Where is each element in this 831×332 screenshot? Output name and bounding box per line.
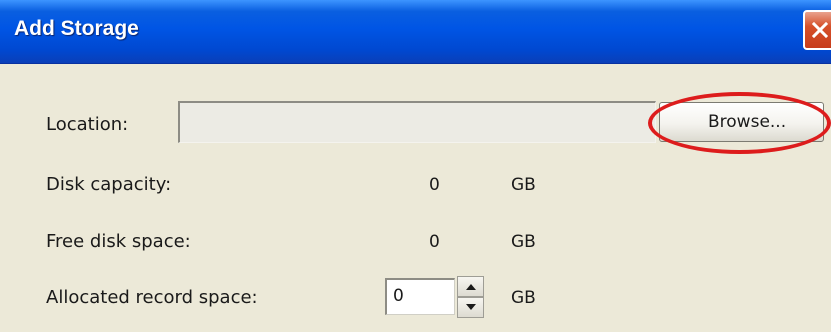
disk-capacity-unit: GB — [511, 175, 536, 195]
allocated-record-space-input[interactable]: 0 — [385, 278, 455, 315]
allocated-record-space-spinner — [457, 276, 484, 318]
disk-capacity-value: 0 — [429, 175, 440, 195]
title-bar[interactable]: Add Storage — [0, 0, 831, 64]
allocated-record-space-label: Allocated record space: — [46, 287, 258, 308]
spin-down-button[interactable] — [457, 297, 484, 318]
spin-up-button[interactable] — [457, 276, 484, 297]
close-button[interactable] — [803, 10, 831, 50]
disk-capacity-label: Disk capacity: — [46, 174, 172, 195]
browse-button[interactable]: Browse... — [659, 102, 824, 142]
close-icon — [812, 22, 828, 38]
location-field[interactable] — [178, 101, 656, 143]
free-disk-space-value: 0 — [429, 232, 440, 252]
allocated-record-space-unit: GB — [511, 288, 536, 308]
free-disk-space-label: Free disk space: — [46, 231, 191, 252]
arrow-down-icon — [466, 304, 476, 310]
arrow-up-icon — [466, 284, 476, 290]
free-disk-space-unit: GB — [511, 232, 536, 252]
browse-button-label: Browse... — [708, 112, 787, 132]
location-label: Location: — [46, 114, 129, 135]
add-storage-dialog: Add Storage Location: Browse... Disk cap… — [0, 0, 831, 332]
allocated-record-space-value: 0 — [393, 286, 404, 306]
dialog-title: Add Storage — [14, 17, 139, 40]
